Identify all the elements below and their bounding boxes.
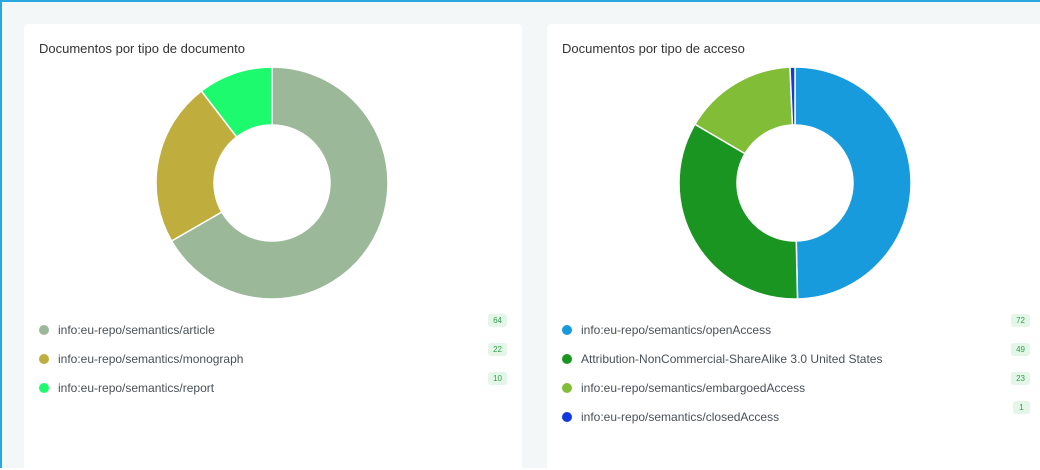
legend-item-monograph[interactable]: info:eu-repo/semantics/monograph 22 xyxy=(24,343,522,369)
count-badge: 72 xyxy=(1011,314,1030,327)
dashboard-frame: Documentos por tipo de documento info:eu… xyxy=(0,0,1040,470)
legend-item-embargoed-access[interactable]: info:eu-repo/semantics/embargoedAccess 2… xyxy=(547,372,1040,398)
legend-label: info:eu-repo/semantics/article xyxy=(58,323,215,337)
count-badge: 1 xyxy=(1013,401,1030,414)
legend-marker xyxy=(39,325,49,335)
legend-marker xyxy=(39,383,49,393)
count-badge: 23 xyxy=(1011,372,1030,385)
legend-item-open-access[interactable]: info:eu-repo/semantics/openAccess 72 xyxy=(547,314,1040,340)
count-badge: 64 xyxy=(488,314,507,327)
legend-marker xyxy=(562,354,572,364)
legend-marker xyxy=(39,354,49,364)
legend-marker xyxy=(562,383,572,393)
access-type-chart-card: Documentos por tipo de acceso info:eu-re… xyxy=(547,24,1040,470)
count-badge: 22 xyxy=(488,343,507,356)
chart-legend: info:eu-repo/semantics/openAccess 72 Att… xyxy=(547,24,1040,470)
document-type-chart-card: Documentos por tipo de documento info:eu… xyxy=(24,24,522,470)
legend-marker xyxy=(562,325,572,335)
legend-item-article[interactable]: info:eu-repo/semantics/article 64 xyxy=(24,314,522,340)
legend-label: Attribution-NonCommercial-ShareAlike 3.0… xyxy=(581,352,883,366)
legend-item-closed-access[interactable]: info:eu-repo/semantics/closedAccess 1 xyxy=(547,401,1040,427)
count-badge: 10 xyxy=(488,372,507,385)
legend-label: info:eu-repo/semantics/openAccess xyxy=(581,323,772,337)
legend-item-attribution-license[interactable]: Attribution-NonCommercial-ShareAlike 3.0… xyxy=(547,343,1040,369)
count-badge: 49 xyxy=(1011,343,1030,356)
legend-item-report[interactable]: info:eu-repo/semantics/report 10 xyxy=(24,372,522,398)
legend-marker xyxy=(562,412,572,422)
legend-label: info:eu-repo/semantics/report xyxy=(58,381,215,395)
chart-legend: info:eu-repo/semantics/article 64 info:e… xyxy=(24,24,522,470)
legend-label: info:eu-repo/semantics/closedAccess xyxy=(581,410,780,424)
legend-label: info:eu-repo/semantics/monograph xyxy=(58,352,244,366)
legend-label: info:eu-repo/semantics/embargoedAccess xyxy=(581,381,806,395)
